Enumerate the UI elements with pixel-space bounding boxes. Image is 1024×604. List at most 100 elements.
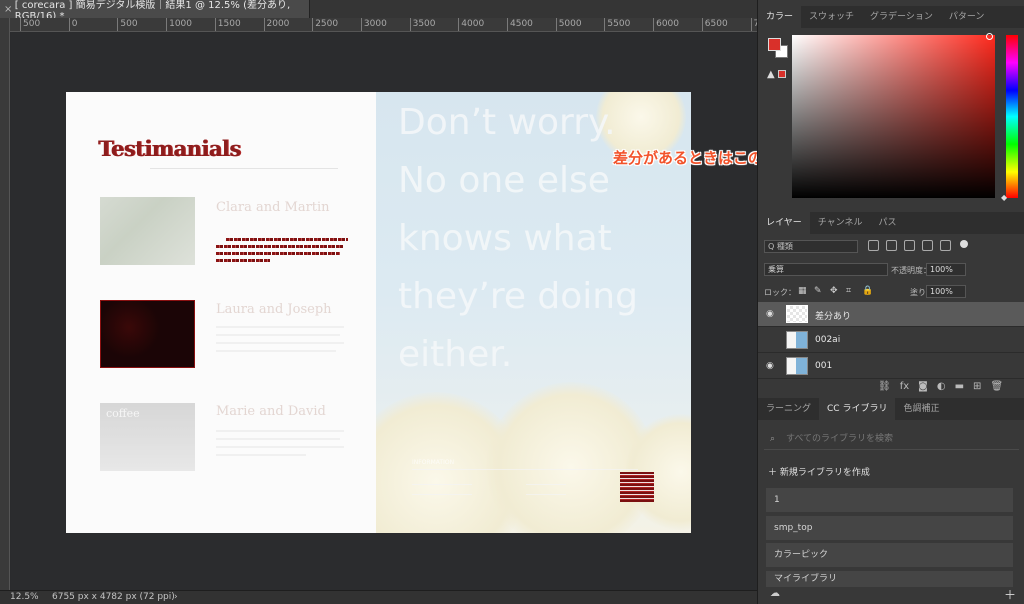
layer-thumbnail [786,357,808,375]
create-library-button[interactable]: ＋ 新規ライブラリを作成 [768,465,870,478]
horizontal-ruler[interactable]: 500 0 500 1000 1500 2000 2500 3000 3500 4000 4500 5… [10,18,757,32]
visibility-eye-icon[interactable]: ◉ [766,361,776,371]
cloud-sync-icon[interactable]: ☁ [770,588,780,599]
text-line [216,342,344,344]
delete-layer-icon[interactable]: 🗑 [990,381,1003,392]
layer-mask-icon[interactable]: ◙ [918,381,928,392]
text-line [216,326,344,328]
close-tab-icon[interactable]: × [4,4,15,15]
color-picker-cursor[interactable] [986,33,993,40]
library-item[interactable]: smp_top [766,516,1013,540]
zoom-level[interactable]: 12.5% [10,591,39,604]
opacity-label: 不透明度： [891,266,931,275]
hero-line: either. [398,334,513,375]
library-search-input[interactable]: ⌕ すべてのライブラリを検索 [764,428,1019,450]
filter-shape-icon[interactable] [922,240,933,251]
library-panel-tabs: ラーニング CC ライブラリ 色調補正 [758,398,1024,420]
text-line [216,350,336,352]
layer-thumbnail [786,305,808,323]
diff-logo [620,472,654,502]
layer-row[interactable]: 002ai [758,328,1024,353]
text-line [216,438,340,440]
adjustment-layer-icon[interactable]: ◐ [937,381,946,392]
filter-smartobject-icon[interactable] [940,240,951,251]
new-group-icon[interactable]: ▬ [955,381,964,392]
tab-patterns[interactable]: パターン [941,6,993,28]
layer-name[interactable]: 002ai [815,335,840,345]
title-underline [150,168,338,169]
layer-row[interactable]: ◉ 差分あり [758,302,1024,327]
foreground-color-swatch[interactable] [768,38,781,51]
gamut-swatch[interactable] [778,70,786,78]
library-item[interactable]: 1 [766,488,1013,512]
lock-artboard-icon[interactable]: ⌗ [846,286,851,296]
tab-adjustments[interactable]: 色調補正 [895,398,947,420]
person-name: Marie and David [216,404,326,419]
filter-pixel-icon[interactable] [868,240,879,251]
hue-slider[interactable] [1006,35,1018,198]
layer-name[interactable]: 001 [815,361,832,371]
library-item[interactable]: マイライブラリ [766,571,1013,587]
tab-channels[interactable]: チャンネル [810,212,871,234]
filter-adjustment-icon[interactable] [886,240,897,251]
ruler-tick-label: 0 [68,18,77,31]
hero-line: knows what [398,218,612,259]
lock-image-icon[interactable]: ✎ [814,286,822,296]
search-icon: ⌕ [770,434,776,444]
diff-photo-thumbnail [100,300,195,368]
ruler-tick-label: 4000 [458,18,484,31]
ruler-tick-label: 2500 [312,18,338,31]
new-layer-icon[interactable]: ⊞ [973,381,981,392]
library-search-placeholder: すべてのライブラリを検索 [786,434,894,444]
layer-style-icon[interactable]: fx [900,381,909,392]
tab-learning[interactable]: ラーニング [758,398,819,420]
ruler-tick-label: 500 [20,18,40,31]
hue-slider-handle[interactable]: ◆ [1001,193,1007,202]
layer-actions: ⛓ fx ◙ ◐ ▬ ⊞ 🗑 [878,381,1003,392]
fill-field[interactable]: 100% [926,285,966,298]
lock-position-icon[interactable]: ✥ [830,286,838,296]
footer-rule [526,494,566,495]
layer-name[interactable]: 差分あり [815,309,851,322]
document-tab[interactable]: × [ corecara ] 簡易デジタル検版｜結果1 @ 12.5% (差分あ… [0,0,310,22]
filter-type-icon[interactable] [904,240,915,251]
person-name: Clara and Martin [216,200,330,215]
library-item[interactable]: カラーピック [766,543,1013,567]
ruler-tick-label: 2000 [263,18,289,31]
tab-cc-libraries[interactable]: CC ライブラリ [819,398,896,420]
gamut-warning-icon[interactable]: ▲ [767,69,775,80]
layer-kind-filter[interactable]: Q 種類 [764,240,858,253]
hero-quote: Don’t worry. No one else knows what they… [398,94,638,384]
person-name: Laura and Joseph [216,302,332,317]
blend-mode-select[interactable]: 乗算 [764,263,888,276]
link-layers-icon[interactable]: ⛓ [878,381,891,392]
tab-gradients[interactable]: グラデーション [862,6,941,28]
diff-text-line [216,259,270,262]
layer-thumbnail [786,331,808,349]
lock-all-icon[interactable]: 🔒 [862,286,873,296]
ruler-tick-label: 500 [117,18,138,31]
layer-row[interactable]: ◉ 001 [758,354,1024,379]
ruler-tick-label: 1500 [214,18,241,31]
filter-toggle-icon[interactable] [960,240,968,248]
diff-text-line [216,252,340,255]
tab-swatches[interactable]: スウォッチ [801,6,862,28]
lock-transparency-icon[interactable]: ▦ [798,286,807,296]
status-menu-icon[interactable]: › [174,591,178,604]
text-line [216,454,306,456]
opacity-field[interactable]: 100% [926,263,966,276]
footer-label: INFORMATION [412,459,455,466]
right-panels: カラー スウォッチ グラデーション パターン ▲ ◆ レイヤー チャンネル パス… [757,0,1024,604]
tab-layers[interactable]: レイヤー [758,212,810,234]
tab-color[interactable]: カラー [758,6,802,28]
testimonials-title: Testimanials [98,136,241,161]
artboard[interactable]: Testimanials Clara and Martin Laura and … [66,92,691,533]
color-picker-field[interactable] [792,35,995,198]
ruler-tick-label: 3000 [360,18,387,31]
tab-paths[interactable]: パス [870,212,904,234]
vertical-ruler[interactable] [0,18,10,590]
create-library-label: 新規ライブラリを作成 [779,468,870,478]
text-line [216,446,344,448]
add-content-icon[interactable]: ＋ [1004,586,1016,603]
visibility-eye-icon[interactable]: ◉ [766,309,776,319]
